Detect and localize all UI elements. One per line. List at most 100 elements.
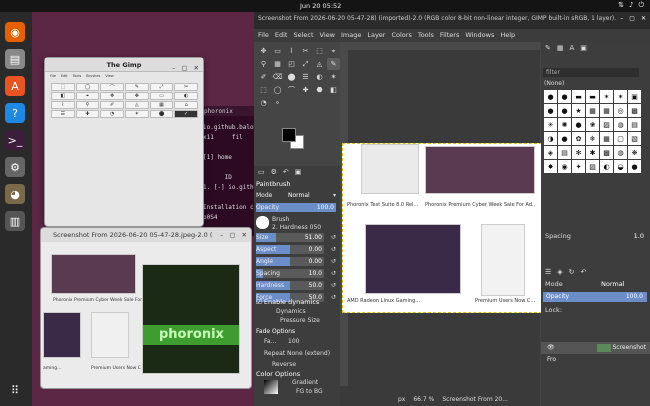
paths-tab-icon[interactable]: ↻ (569, 268, 575, 276)
menu-item[interactable]: File (50, 72, 56, 80)
tool-button[interactable]: ◯ (271, 84, 284, 96)
tool-button[interactable]: ✚ (75, 110, 100, 118)
menu-edit[interactable]: Edit (275, 31, 288, 40)
tool-button[interactable]: ✐ (100, 101, 124, 109)
tool-button[interactable]: ⌂ (174, 101, 198, 109)
brush-item[interactable]: ◍ (614, 118, 627, 131)
units-select[interactable]: px (398, 396, 405, 403)
brush-row[interactable]: Brush 2. Hardness 050 (254, 216, 340, 231)
tool-button[interactable]: ⬚ (257, 84, 270, 96)
undo-tab-icon[interactable]: ↶ (581, 268, 587, 276)
tool-button[interactable]: ✎ (327, 58, 340, 70)
tool-button[interactable]: ▦ (271, 58, 284, 70)
repeat-row[interactable]: Repeat None (extend) (264, 350, 330, 357)
gradient-value[interactable]: FG to BG (296, 388, 323, 395)
minimize-icon[interactable]: – (620, 15, 623, 22)
tool-button[interactable]: ⌖ (327, 45, 340, 57)
dock-files-icon[interactable]: ▤ (5, 49, 25, 69)
brush-item[interactable]: ◉ (558, 160, 571, 173)
brush-item[interactable]: ✦ (572, 160, 585, 173)
mode-value[interactable]: Normal (288, 190, 310, 201)
fg-bg-colors[interactable] (282, 128, 308, 150)
tool-button[interactable]: ⤢ (149, 83, 174, 91)
reset-icon[interactable]: ↺ (331, 256, 336, 267)
menu-item[interactable]: View (105, 72, 113, 80)
tool-button[interactable]: ☰ (299, 71, 312, 83)
terminal-title[interactable]: phoronix (200, 106, 260, 116)
tool-button[interactable]: ✥ (257, 45, 270, 57)
brush-item[interactable]: ● (628, 160, 641, 173)
brush-item[interactable]: ▦ (586, 104, 599, 117)
tool-button[interactable]: ✚ (299, 84, 312, 96)
tool-button[interactable]: ◯ (75, 83, 100, 91)
brush-item[interactable]: ✸ (544, 160, 557, 173)
mode-row[interactable]: Mode Normal ▾ (254, 190, 340, 201)
tool-button[interactable]: ☰ (51, 110, 75, 118)
brush-item[interactable]: ◐ (600, 160, 613, 173)
reset-icon[interactable]: ↺ (331, 292, 336, 303)
dock-trash-icon[interactable]: ▥ (5, 211, 25, 231)
maximize-icon[interactable]: ▢ (181, 61, 187, 75)
tool-button[interactable]: ✂ (174, 83, 198, 91)
spacing-value[interactable]: 1.0 (634, 232, 644, 240)
tool-button[interactable]: ⌫ (271, 71, 284, 83)
brush-item[interactable]: ▩ (628, 104, 641, 117)
brush-item[interactable]: ▢ (614, 132, 627, 145)
brush-item[interactable]: ✿ (572, 132, 585, 145)
network-icon[interactable]: ⇅ (618, 1, 624, 10)
maximize-icon[interactable]: ▢ (229, 231, 235, 239)
tool-button[interactable]: ◔ (100, 110, 124, 118)
brush-item[interactable]: ● (572, 118, 585, 131)
tool-button[interactable]: ❖ (100, 92, 124, 100)
brush-preview-icon[interactable] (256, 216, 269, 229)
tool-button[interactable]: ◔ (257, 97, 270, 109)
tool-button[interactable]: ⬚ (313, 45, 326, 57)
chevron-down-icon[interactable]: ▾ (333, 190, 336, 201)
brush-item[interactable]: ✻ (572, 146, 585, 159)
dock-settings-icon[interactable]: ⚙ (5, 157, 25, 177)
layer-opacity-slider[interactable]: Opacity 100.0 (543, 292, 647, 302)
brush-item[interactable]: ❋ (628, 146, 641, 159)
minimize-icon[interactable]: – (172, 61, 175, 75)
tool-button[interactable]: ⚬ (271, 97, 284, 109)
menu-colors[interactable]: Colors (391, 31, 411, 40)
opacity-row[interactable]: Opacity 100.0 (254, 202, 340, 213)
close-icon[interactable]: ✕ (641, 15, 646, 22)
enable-dynamics[interactable]: ☑ Enable dynamics (256, 298, 319, 306)
brush-item[interactable]: ▩ (600, 146, 613, 159)
brush-item[interactable]: ▤ (558, 146, 571, 159)
zoom-select[interactable]: 66.7 % (413, 396, 434, 403)
system-tray[interactable]: ⇅ ♪ ⏻ (618, 1, 644, 10)
tool-button[interactable]: ⬚ (51, 83, 75, 91)
eye-icon[interactable]: 👁 (547, 344, 555, 351)
color-options[interactable]: Color Options (256, 370, 300, 378)
brush-item[interactable]: ▬ (572, 90, 585, 103)
brush-item[interactable]: ● (544, 90, 557, 103)
tool-button[interactable]: ◐ (313, 71, 326, 83)
brush-item[interactable]: ◎ (614, 104, 627, 117)
brush-filter-input[interactable]: filter (543, 68, 639, 77)
brush-item[interactable]: ● (558, 90, 571, 103)
the-gimp-titlebar[interactable]: The Gimp – ▢ ✕ (45, 58, 203, 72)
volume-icon[interactable]: ♪ (629, 1, 633, 10)
dynamics-options[interactable]: Fade Options (256, 328, 295, 335)
tool-button[interactable]: ⌒ (285, 84, 298, 96)
tool-button[interactable]: ⌇ (51, 101, 75, 109)
menu-select[interactable]: Select (293, 31, 313, 40)
menu-file[interactable]: File (258, 31, 269, 40)
tool-button[interactable]: ⌖ (75, 92, 100, 100)
tool-button[interactable]: ◐ (174, 92, 198, 100)
layer-row[interactable]: 👁 Screenshot Fro (541, 342, 650, 363)
brush-item[interactable]: ✺ (558, 118, 571, 131)
brush-item[interactable]: ❄ (586, 132, 599, 145)
tool-button[interactable]: ✐ (257, 71, 270, 83)
brush-item[interactable]: ▧ (628, 132, 641, 145)
power-icon[interactable]: ⏻ (638, 1, 644, 10)
tool-button[interactable]: ⚲ (75, 101, 100, 109)
brush-item[interactable]: ❀ (586, 118, 599, 131)
menu-view[interactable]: View (320, 31, 335, 40)
dock-terminal-icon[interactable]: >_ (5, 130, 25, 150)
reverse-button[interactable]: Reverse (272, 361, 296, 368)
brush-item[interactable]: ▦ (600, 132, 613, 145)
brush-item[interactable]: ★ (572, 104, 585, 117)
